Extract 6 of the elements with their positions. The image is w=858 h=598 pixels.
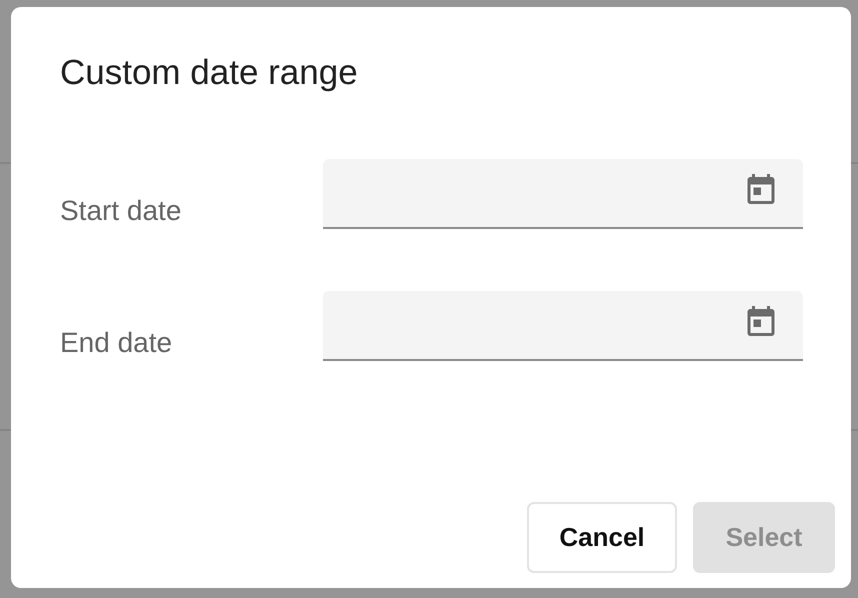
field-label: Start date [60,195,182,228]
cancel-button[interactable]: Cancel [527,502,677,573]
date-field[interactable] [323,159,803,229]
dialog-title: Custom date range [60,53,359,93]
field-label: End date [60,327,174,360]
date-field[interactable] [323,291,803,361]
